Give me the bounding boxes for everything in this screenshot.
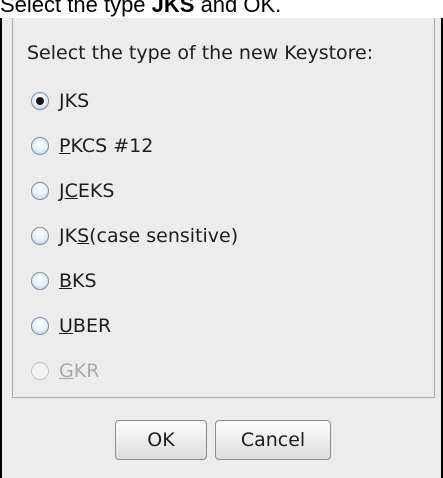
radio-option-gkr: G KR [31, 356, 99, 386]
radio-option-jceks[interactable]: J C EKS [31, 176, 114, 206]
mnemonic-letter: S [77, 225, 90, 247]
keystore-type-dialog: Select the type of the new Keystore: J KS… [0, 18, 443, 478]
radio-disabled-icon [31, 362, 49, 380]
ok-button[interactable]: OK [115, 420, 207, 460]
radio-unchecked-icon[interactable] [31, 137, 49, 155]
radio-option-uber[interactable]: U BER [31, 311, 111, 341]
mnemonic-letter: C [64, 180, 78, 202]
caption-suffix: and OK. [194, 0, 282, 17]
radio-unchecked-icon[interactable] [31, 272, 49, 290]
radio-unchecked-icon[interactable] [31, 317, 49, 335]
radio-option-jks[interactable]: J KS [31, 86, 89, 116]
radio-option-jks-case-sensitive[interactable]: JK S (case sensitive) [31, 221, 238, 251]
caption-prefix: Select the type [0, 0, 152, 17]
radio-option-pkcs12[interactable]: P KCS #12 [31, 131, 153, 161]
mnemonic-letter: G [59, 360, 74, 382]
dialog-prompt: Select the type of the new Keystore: [27, 42, 374, 64]
caption-bold: JKS [151, 0, 195, 17]
mnemonic-letter: P [59, 135, 71, 157]
cancel-button[interactable]: Cancel [215, 420, 331, 460]
mnemonic-letter: B [59, 270, 73, 292]
mnemonic-letter: U [59, 315, 73, 337]
radio-unchecked-icon[interactable] [31, 227, 49, 245]
radio-checked-icon[interactable] [31, 92, 49, 110]
options-panel: Select the type of the new Keystore: J KS… [12, 18, 435, 398]
instruction-caption: Select the type JKS and OK. [0, 0, 443, 18]
radio-option-bks[interactable]: B KS [31, 266, 97, 296]
radio-unchecked-icon[interactable] [31, 182, 49, 200]
